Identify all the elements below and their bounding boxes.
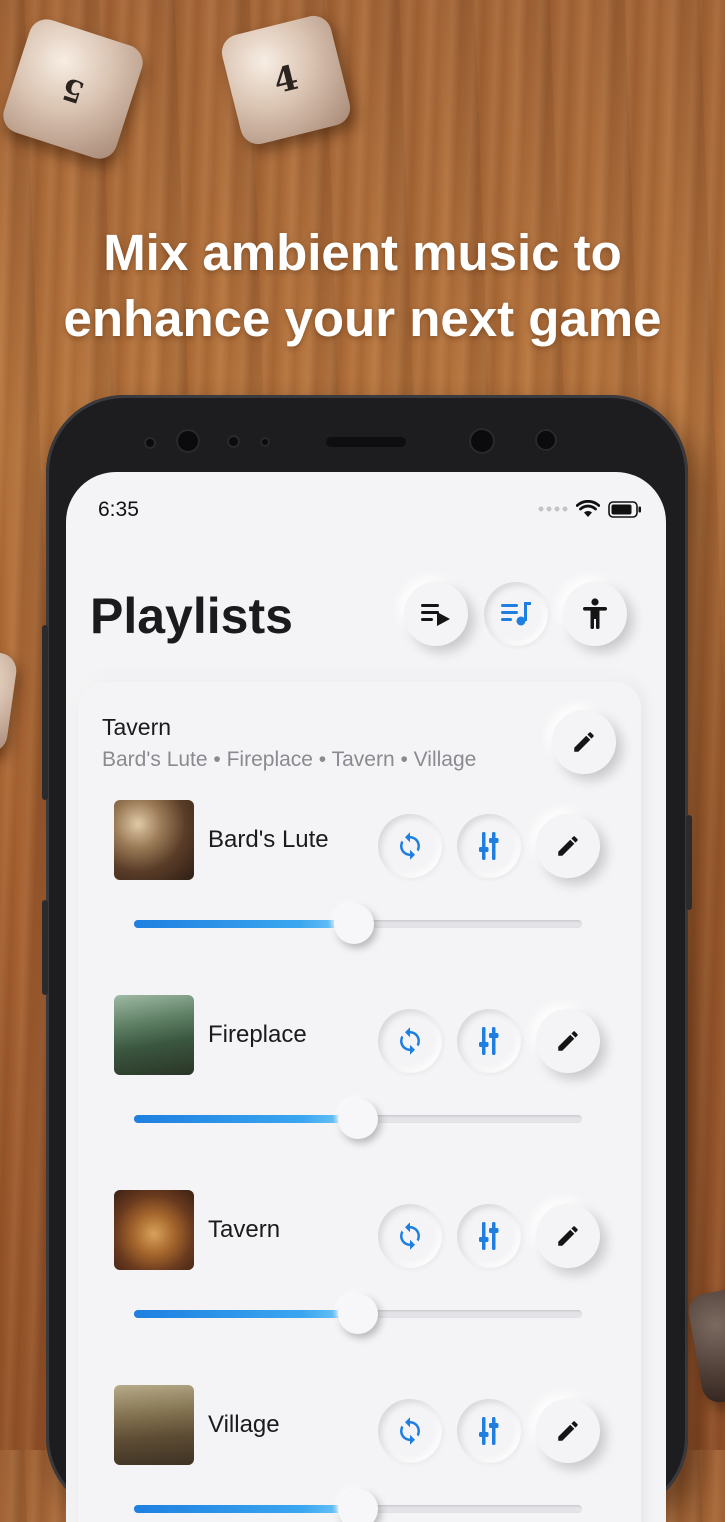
track-name: Tavern [208,1216,281,1243]
sliders-icon [479,1222,499,1250]
volume-slider[interactable] [134,1099,582,1139]
headline-line-1: Mix ambient music to [103,224,622,281]
track-name: Village [208,1411,280,1438]
volume-button [42,625,48,800]
music-queue-icon [501,602,531,626]
volume-fill [134,1115,358,1123]
mix-settings-button[interactable] [457,814,521,878]
camera-lens [535,429,557,451]
queue-play-icon [421,604,450,626]
accessibility-icon [583,598,607,629]
loop-button[interactable] [378,1204,442,1268]
repeat-icon [400,1222,420,1250]
camera-lens [469,428,495,454]
repeat-icon [400,1027,420,1055]
volume-knob[interactable] [333,904,374,944]
app-screen: 6:35 Playlists Tavern Bard's Lute • Fire… [66,472,666,1522]
pencil-icon [558,1226,578,1246]
die-label: 5 [57,69,89,109]
track-artwork [114,1190,194,1270]
track-row: Bard's Lute [78,800,641,970]
phone-frame: 6:35 Playlists Tavern Bard's Lute • Fire… [42,395,692,1522]
track-row: Village [78,1385,641,1522]
wifi-icon [576,500,600,517]
track-artwork [114,800,194,880]
loop-button[interactable] [378,1399,442,1463]
die-four: 4 [218,12,354,148]
track-name: Bard's Lute [208,826,329,853]
track-artwork [114,995,194,1075]
loop-button[interactable] [378,814,442,878]
sensor-dot [227,435,240,448]
playlist-card[interactable]: Tavern Bard's Lute • Fireplace • Tavern … [78,682,641,1522]
repeat-icon [400,1417,420,1445]
status-time: 6:35 [98,498,139,521]
sliders-icon [479,832,499,860]
edit-track-button[interactable] [536,1009,600,1073]
pencil-icon [558,1031,578,1051]
track-row: Tavern [78,1190,641,1360]
sliders-icon [479,1027,499,1055]
headline: Mix ambient music to enhance your next g… [0,220,725,352]
signal-icon [538,506,568,512]
edit-playlist-button[interactable] [552,710,616,774]
battery-icon [608,500,641,518]
edit-track-button[interactable] [536,1204,600,1268]
mix-settings-button[interactable] [457,1009,521,1073]
volume-fill [134,1310,358,1318]
sensor-dot [260,437,270,447]
track-row: Fireplace [78,995,641,1165]
pencil-icon [558,1421,578,1441]
track-artwork [114,1385,194,1465]
playlist-name: Tavern [102,714,172,740]
volume-fill [134,1505,358,1513]
sliders-icon [479,1417,499,1445]
track-name: Fireplace [208,1021,307,1048]
loop-button[interactable] [378,1009,442,1073]
power-button [42,900,48,995]
queue-play-button[interactable] [404,582,468,646]
status-icons [538,500,642,518]
pencil-icon [558,836,578,856]
volume-knob[interactable] [338,1489,378,1522]
mix-settings-button[interactable] [457,1399,521,1463]
headline-line-2: enhance your next game [63,290,662,347]
repeat-icon [400,832,420,860]
volume-slider[interactable] [134,904,582,944]
sensor-dot [144,437,156,449]
earpiece-speaker [326,437,406,447]
edit-track-button[interactable] [536,814,600,878]
playlist-tracks-summary: Bard's Lute • Fireplace • Tavern • Villa… [102,748,477,771]
volume-knob[interactable] [338,1294,378,1334]
mix-settings-button[interactable] [457,1204,521,1268]
accessibility-button[interactable] [563,582,627,646]
die-label: 4 [269,57,303,103]
volume-knob[interactable] [338,1099,378,1139]
volume-slider[interactable] [134,1294,582,1334]
volume-fill [134,920,354,928]
die-five: 5 [0,14,148,164]
edit-track-button[interactable] [536,1399,600,1463]
pencil-icon [574,732,594,752]
die-partial-left [0,645,19,755]
volume-slider[interactable] [134,1489,582,1522]
side-button [686,815,692,910]
die-partial-right [685,1284,725,1406]
page-title: Playlists [90,588,293,644]
music-queue-button[interactable] [484,582,548,646]
front-camera-icon [176,429,200,453]
